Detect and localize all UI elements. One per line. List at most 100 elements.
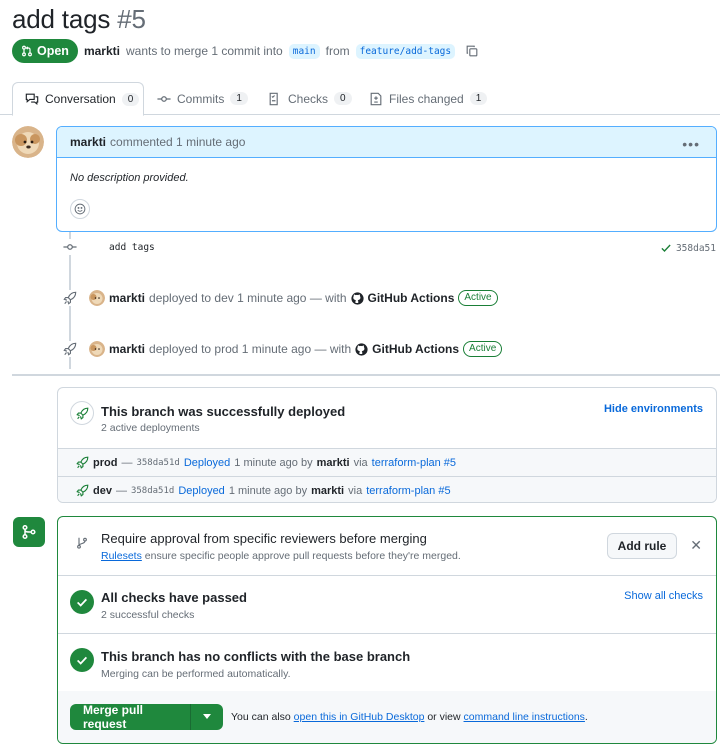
status-badge: Active: [458, 290, 498, 306]
merge-text: wants to merge 1 commit into: [125, 44, 283, 58]
show-all-checks-link[interactable]: Show all checks: [624, 590, 703, 602]
deploy-via: via: [353, 456, 368, 469]
deploy-user[interactable]: markti: [317, 457, 350, 469]
tab-count: 0: [121, 92, 140, 106]
deployment-subtitle: 2 active deployments: [101, 422, 200, 434]
avatar[interactable]: [89, 290, 105, 306]
merge-footer: Merge pull request You can also open thi…: [58, 691, 716, 743]
tab-count: 0: [334, 92, 352, 105]
rocket-icon: [76, 456, 89, 469]
checks-title: All checks have passed: [101, 590, 247, 605]
deployment-row-prod: prod — 358da51d Deployed 1 minute ago by …: [58, 448, 716, 476]
pr-tabs: Conversation 0 Commits 1 Checks 0 Files …: [0, 82, 720, 116]
file-diff-icon: [370, 92, 382, 105]
comment-body: No description provided.: [70, 172, 189, 184]
merge-button-group: Merge pull request: [70, 704, 223, 730]
pr-author[interactable]: markti: [84, 44, 120, 58]
triangle-down-icon: [203, 714, 211, 719]
status-badge: Open: [12, 39, 78, 63]
git-branch-icon: [77, 537, 87, 549]
rocket-icon: [62, 290, 78, 306]
pr-meta: Open markti wants to merge 1 commit into…: [12, 39, 479, 63]
event-user[interactable]: markti: [109, 291, 145, 305]
event-app[interactable]: GitHub Actions: [368, 291, 455, 305]
deployment-title: This branch was successfully deployed: [101, 404, 346, 419]
copy-icon[interactable]: [465, 44, 479, 58]
event-text: deployed to prod 1 minute ago — with: [149, 342, 352, 356]
event-app[interactable]: GitHub Actions: [372, 342, 459, 356]
check-icon[interactable]: [660, 242, 672, 254]
deploy-sha[interactable]: 358da51d: [131, 486, 174, 496]
avatar[interactable]: [12, 126, 44, 158]
rules-subtitle-text: ensure specific people approve pull requ…: [144, 550, 461, 562]
base-branch[interactable]: main: [288, 43, 320, 59]
checklist-icon: [269, 92, 278, 105]
git-merge-icon: [13, 517, 45, 547]
tab-label: Conversation: [45, 92, 116, 106]
conflicts-section: This branch has no conflicts with the ba…: [58, 634, 716, 692]
env-name: prod: [93, 456, 118, 469]
tab-conversation[interactable]: Conversation 0: [12, 82, 144, 116]
tab-checks[interactable]: Checks 0: [268, 82, 352, 115]
commit-sha[interactable]: 358da51: [676, 243, 716, 254]
timeline-divider: [12, 374, 720, 376]
from-text: from: [325, 44, 350, 58]
head-branch[interactable]: feature/add-tags: [355, 43, 456, 59]
deploy-status-link[interactable]: Deployed: [184, 457, 230, 469]
conflicts-title: This branch has no conflicts with the ba…: [101, 649, 411, 664]
comment-header: markti commented 1 minute ago •••: [57, 127, 716, 158]
deployment-summary: This branch was successfully deployed 2 …: [58, 388, 716, 448]
rocket-icon: [62, 341, 78, 357]
dash: —: [115, 484, 127, 497]
tab-label: Files changed: [389, 91, 464, 106]
tab-commits[interactable]: Commits 1: [157, 82, 248, 115]
tab-label: Commits: [177, 91, 225, 106]
event-text: deployed to dev 1 minute ago — with: [149, 291, 347, 305]
commit-message[interactable]: add tags: [109, 242, 155, 253]
status-badge: Active: [463, 341, 503, 357]
tab-count: 1: [469, 92, 488, 105]
close-icon[interactable]: ✕: [690, 537, 702, 554]
github-icon: [355, 342, 368, 356]
tab-files-changed[interactable]: Files changed 1: [369, 82, 488, 115]
pr-number: #5: [117, 4, 146, 34]
workflow-link[interactable]: terraform-plan #5: [366, 485, 450, 497]
footer-pre: You can also: [231, 711, 291, 723]
footer-text: You can also open this in GitHub Desktop…: [231, 711, 588, 723]
merge-pull-request-button[interactable]: Merge pull request: [70, 704, 191, 730]
deploy-sha[interactable]: 358da51d: [136, 458, 179, 468]
deploy-via: via: [348, 484, 363, 497]
deploy-event-dev: markti deployed to dev 1 minute ago — wi…: [89, 290, 498, 306]
add-rule-button[interactable]: Add rule: [607, 533, 677, 559]
comment-author[interactable]: markti: [70, 135, 106, 149]
merge-box: Require approval from specific reviewers…: [57, 516, 717, 744]
comment-box: markti commented 1 minute ago ••• No des…: [56, 126, 717, 232]
hide-environments-link[interactable]: Hide environments: [604, 403, 703, 415]
avatar[interactable]: [89, 341, 105, 357]
comment-time: commented 1 minute ago: [110, 135, 246, 149]
deploy-event-prod: markti deployed to prod 1 minute ago — w…: [89, 341, 503, 357]
checks-subtitle: 2 successful checks: [101, 609, 195, 621]
deployment-row-dev: dev — 358da51d Deployed 1 minute ago by m…: [58, 476, 716, 502]
deploy-time: 1 minute ago by: [234, 456, 313, 469]
dash: —: [121, 456, 133, 469]
rulesets-link[interactable]: Rulesets: [101, 550, 142, 562]
deploy-status-link[interactable]: Deployed: [178, 485, 224, 497]
checks-section: All checks have passed 2 successful chec…: [58, 576, 716, 634]
check-circle-icon: [70, 590, 94, 614]
pr-title-heading: add tags #5: [12, 4, 146, 35]
commit-sha-group: 358da51: [660, 242, 716, 254]
deploy-user[interactable]: markti: [311, 485, 344, 497]
event-user[interactable]: markti: [109, 342, 145, 356]
rules-title: Require approval from specific reviewers…: [101, 531, 427, 546]
command-line-link[interactable]: command line instructions: [464, 711, 585, 723]
footer-end: .: [584, 711, 588, 723]
rocket-icon: [76, 484, 89, 497]
add-reaction-button[interactable]: [70, 199, 90, 219]
kebab-icon[interactable]: •••: [682, 136, 700, 152]
check-circle-icon: [70, 648, 94, 672]
merge-options-dropdown[interactable]: [191, 704, 223, 730]
comment-discussion-icon: [25, 93, 39, 105]
github-desktop-link[interactable]: open this in GitHub Desktop: [294, 711, 425, 723]
workflow-link[interactable]: terraform-plan #5: [372, 457, 456, 469]
